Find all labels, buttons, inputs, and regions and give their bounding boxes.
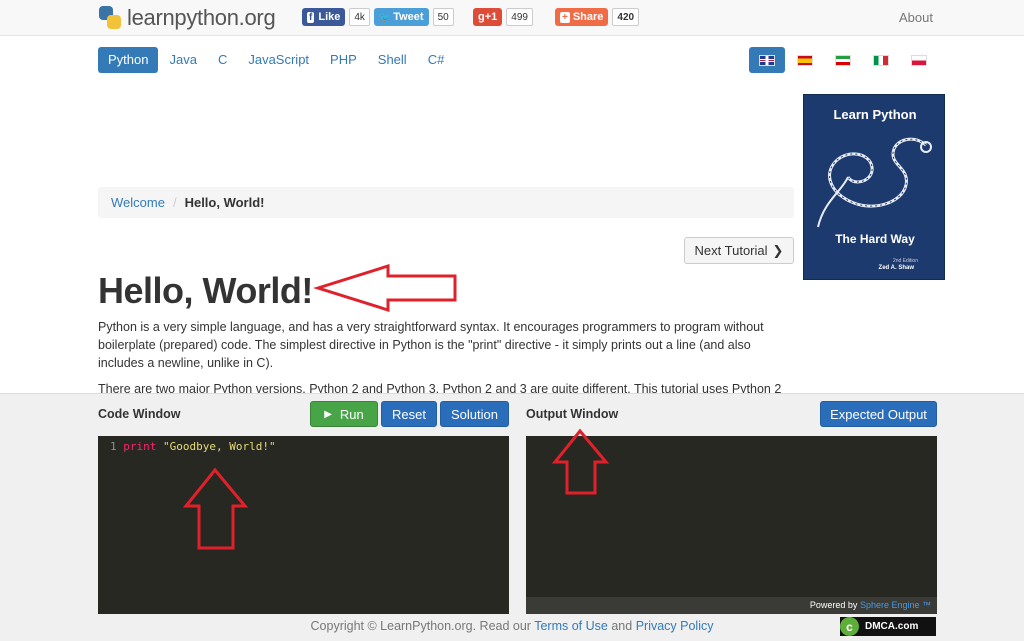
tweet-button[interactable]: 🐦 Tweet: [374, 8, 429, 26]
logo-text: learnpython.org: [127, 5, 276, 30]
output-window-label: Output Window: [526, 407, 619, 421]
book-ad[interactable]: Learn Python The Hard Way 2nd Edition Ze…: [803, 94, 945, 280]
play-icon: ▶: [324, 408, 332, 420]
book-subtitle: The Hard Way: [835, 232, 915, 246]
nav-c[interactable]: C: [208, 47, 237, 73]
next-tutorial-button[interactable]: Next Tutorial ❯: [684, 237, 794, 264]
share-count: 420: [612, 8, 640, 26]
facebook-like-button[interactable]: f Like: [302, 8, 346, 26]
facebook-like[interactable]: f Like 4k: [302, 8, 370, 26]
flag-uk-icon[interactable]: [749, 47, 785, 73]
breadcrumb-current: Hello, World!: [184, 195, 265, 210]
solution-button[interactable]: Solution: [440, 401, 509, 427]
book-edition: 2nd Edition: [892, 258, 918, 264]
facebook-icon: f: [307, 11, 315, 23]
flag-iran-icon[interactable]: [825, 47, 861, 73]
chevron-right-icon: ❯: [772, 242, 784, 258]
nav-python[interactable]: Python: [98, 47, 159, 73]
share-button[interactable]: + Share: [555, 8, 609, 26]
nav-java[interactable]: Java: [159, 47, 206, 73]
expected-output-button[interactable]: Expected Output: [820, 401, 937, 427]
breadcrumb: Welcome / Hello, World!: [98, 187, 794, 218]
gplus-count: 499: [506, 8, 533, 26]
language-nav: Python Java C JavaScript PHP Shell C#: [98, 47, 455, 73]
top-bar: learnpython.org f Like 4k 🐦 Tweet 50 g+1…: [0, 0, 1024, 36]
code-line: 1 print "Goodbye, World!": [110, 440, 276, 453]
powered-by: Powered by Sphere Engine ™: [526, 597, 937, 614]
snake-illustration-icon: [817, 137, 932, 228]
nav-javascript[interactable]: JavaScript: [238, 47, 319, 73]
share-widget[interactable]: + Share 420: [555, 8, 640, 26]
about-link[interactable]: About: [899, 10, 933, 25]
book-author: Zed A. Shaw: [878, 265, 914, 271]
nav-php[interactable]: PHP: [320, 47, 367, 73]
locale-flags: [749, 47, 939, 73]
tweet-count: 50: [432, 8, 454, 26]
code-window-label: Code Window: [98, 407, 181, 421]
sphere-engine-link[interactable]: Sphere Engine ™: [860, 600, 931, 610]
facebook-like-count: 4k: [349, 8, 370, 26]
output-console: Powered by Sphere Engine ™: [526, 436, 937, 614]
dmca-c-icon: c: [840, 617, 859, 636]
google-plus[interactable]: g+1 499: [473, 8, 533, 26]
page-title: Hello, World!: [98, 270, 313, 311]
flag-italy-icon[interactable]: [863, 47, 899, 73]
twitter-tweet[interactable]: 🐦 Tweet 50: [374, 8, 454, 26]
flag-poland-icon[interactable]: [901, 47, 937, 73]
privacy-link[interactable]: Privacy Policy: [636, 619, 714, 633]
twitter-bird-icon: 🐦: [379, 11, 391, 22]
reset-button[interactable]: Reset: [381, 401, 437, 427]
terms-link[interactable]: Terms of Use: [534, 619, 608, 633]
python-logo-icon: [97, 5, 123, 31]
nav-csharp[interactable]: C#: [418, 47, 455, 73]
breadcrumb-separator: /: [172, 195, 177, 210]
flag-spain-icon[interactable]: [787, 47, 823, 73]
breadcrumb-welcome-link[interactable]: Welcome: [111, 195, 165, 210]
gplus-button[interactable]: g+1: [473, 8, 503, 26]
nav-shell[interactable]: Shell: [368, 47, 417, 73]
versions-paragraph: There are two major Python versions, Pyt…: [98, 382, 782, 394]
intro-paragraph: Python is a very simple language, and ha…: [98, 320, 764, 370]
dmca-badge[interactable]: c DMCA.com: [840, 617, 936, 636]
site-logo[interactable]: learnpython.org: [97, 3, 276, 33]
arrow-left-icon: [312, 263, 457, 313]
plus-icon: +: [560, 11, 570, 23]
run-button[interactable]: ▶ Run: [310, 401, 378, 427]
book-title: Learn Python: [833, 107, 917, 122]
code-editor[interactable]: 1 print "Goodbye, World!": [98, 436, 509, 614]
